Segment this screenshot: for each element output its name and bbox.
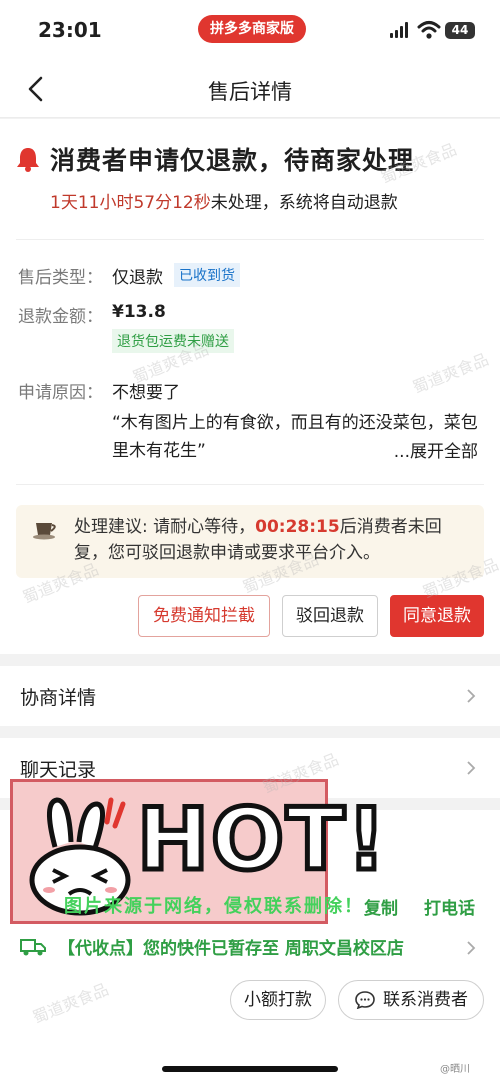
wifi-icon <box>417 21 441 39</box>
divider <box>16 484 484 485</box>
countdown-suffix: 未处理，系统将自动退款 <box>210 193 398 213</box>
expand-all-link[interactable]: ...展开全部 <box>394 437 478 462</box>
chevron-right-icon <box>467 689 476 703</box>
reject-refund-button[interactable]: 驳回退款 <box>282 595 378 637</box>
reason-label: 申请原因： <box>18 383 103 403</box>
status-headline: 消费者申请仅退款，待商家处理 <box>50 146 415 175</box>
refund-amount-label: 退款金额： <box>18 307 103 327</box>
nav-bar: 售后详情 <box>0 62 500 118</box>
auto-refund-countdown: 1天11小时57分12秒未处理，系统将自动退款 <box>50 188 398 213</box>
source-disclaimer: 图片来源于网络，侵权联系删除！ <box>64 896 364 917</box>
shipping-insurance-tag: 退货包运费未赠送 <box>112 329 234 353</box>
chevron-right-icon[interactable] <box>466 940 476 956</box>
battery-icon: 44 <box>445 22 475 39</box>
status-bar: 23:01 拼多多商家版 44 <box>0 0 500 62</box>
reason-value: 不想要了 <box>112 383 180 403</box>
contact-consumer-button[interactable]: 联系消费者 <box>338 980 484 1020</box>
refund-type-label: 售后类型： <box>18 268 103 288</box>
advice-timer: 00:28:15 <box>255 517 340 537</box>
agree-refund-button[interactable]: 同意退款 <box>390 595 484 637</box>
handling-advice-box: 处理建议: 请耐心等待，00:28:15后消费者未回复，您可驳回退款申请或要求平… <box>16 505 484 578</box>
coffee-cup-icon <box>33 523 56 540</box>
pickup-point-status: 【代收点】您的快件已暂存至 周职文昌校区店 <box>58 939 404 959</box>
received-goods-tag: 已收到货 <box>174 263 240 287</box>
refund-detail-card: 消费者申请仅退款，待商家处理 1天11小时57分12秒未处理，系统将自动退款 售… <box>0 119 500 654</box>
bottom-action-bar: 小额打款 联系消费者 <box>0 964 500 1082</box>
copy-link[interactable]: 复制 <box>364 894 398 919</box>
call-link[interactable]: 打电话 <box>424 894 475 919</box>
small-payment-button[interactable]: 小额打款 <box>230 980 326 1020</box>
countdown-time: 1天11小时57分12秒 <box>50 193 211 213</box>
merchant-app-badge[interactable]: 拼多多商家版 <box>198 15 306 43</box>
bell-icon <box>17 148 39 172</box>
truck-icon <box>20 939 46 956</box>
status-time: 23:01 <box>38 18 102 42</box>
advice-prefix: 处理建议: 请耐心等待， <box>74 517 256 537</box>
hot-label: HOT! <box>135 788 389 893</box>
negotiation-details-label: 协商详情 <box>20 687 97 709</box>
chat-history-label: 聊天记录 <box>20 759 97 781</box>
handling-advice-text: 处理建议: 请耐心等待，00:28:15后消费者未回复，您可驳回退款申请或要求平… <box>74 514 474 566</box>
divider <box>16 239 484 240</box>
page-title: 售后详情 <box>208 80 292 104</box>
contact-consumer-label: 联系消费者 <box>383 990 468 1010</box>
negotiation-details-row[interactable]: 协商详情 <box>0 666 500 726</box>
free-notify-intercept-button[interactable]: 免费通知拦截 <box>138 595 270 637</box>
weibo-credit: @晒川 <box>440 1064 470 1075</box>
refund-type-value: 仅退款 <box>112 268 163 288</box>
chat-bubble-icon <box>355 991 375 1009</box>
home-indicator[interactable] <box>162 1066 338 1072</box>
chevron-right-icon <box>467 761 476 775</box>
refund-amount-value: ¥13.8 <box>112 302 166 322</box>
signal-icon <box>390 22 410 38</box>
